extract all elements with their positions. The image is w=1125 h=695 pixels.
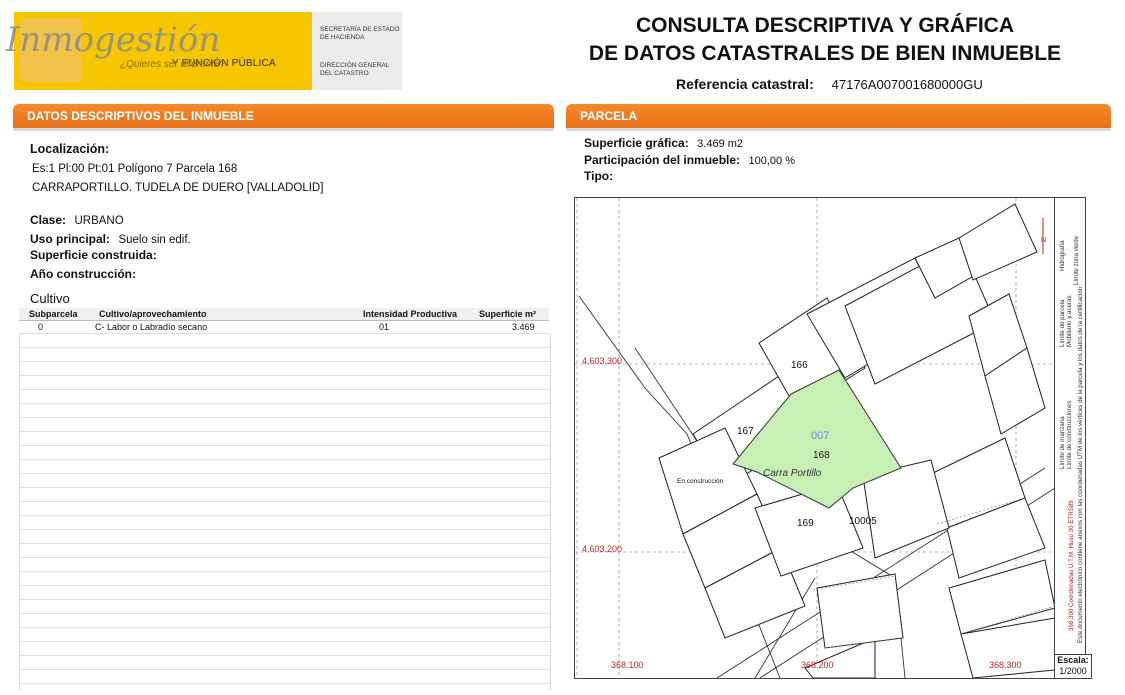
- localizacion-line-2: CARRAPORTILLO. TUDELA DE DUERO [VALLADOL…: [32, 182, 324, 194]
- superficie-grafica-value: 3.469 m2: [697, 138, 744, 150]
- legend-certification-note: Este documento electrónico contiene anex…: [1077, 284, 1084, 643]
- watermark-brand: Inmogestión: [6, 20, 221, 60]
- header-superficie: Superficie m²: [479, 309, 537, 319]
- referencia-value: 47176A007001680000GU: [831, 77, 983, 92]
- polygon-number: 007: [811, 430, 830, 442]
- escala-label: Escala:: [1057, 655, 1089, 665]
- legend-hidrografia: Hidrografía: [1059, 240, 1066, 271]
- legend-manzana: Límite de manzana: [1059, 416, 1066, 469]
- parcel-label-169: 169: [797, 518, 814, 529]
- legend-mobiliario: Mobiliario y aceras: [1066, 295, 1073, 347]
- parcel-label-168: 168: [813, 450, 830, 461]
- escala-value: 1/2000: [1059, 666, 1087, 676]
- page-title: CONSULTA DESCRIPTIVA Y GRÁFICA DE DATOS …: [580, 12, 1070, 68]
- clase-label: Clase:: [30, 213, 67, 227]
- coord-x-label: 368.300: [989, 660, 1022, 670]
- title-line-1: CONSULTA DESCRIPTIVA Y GRÁFICA: [635, 14, 1015, 37]
- uso-row: Uso principal: Suelo sin edif.: [30, 230, 191, 248]
- secretaria-text: SECRETARÍA DE ESTADO DE HACIENDA: [320, 26, 400, 41]
- legend-zona-verde: Límite zona verde: [1073, 235, 1080, 285]
- cell-superficie: 3.469: [512, 322, 535, 332]
- header-cultivo: Cultivo/aprovechamiento: [99, 309, 207, 319]
- uso-label: Uso principal:: [30, 232, 111, 246]
- watermark-logo: Inmogestión ¿Quieres ser diferente?: [6, 20, 226, 78]
- cadastral-map: N 4.603.300 4.603.200 368.100 368.200 36…: [574, 197, 1086, 679]
- participacion-row: Participación del inmueble: 100,00 %: [584, 151, 795, 169]
- cell-cultivo: C- Labor o Labradío secano: [95, 322, 208, 332]
- superficie-grafica-row: Superficie gráfica: 3.469 m2: [584, 134, 743, 152]
- parcel-label-10005: 10005: [849, 516, 877, 527]
- participacion-label: Participación del inmueble:: [584, 153, 741, 167]
- tipo-label: Tipo:: [584, 169, 614, 183]
- bar-divider: [566, 128, 1111, 131]
- header-subparcela: Subparcela: [29, 309, 78, 319]
- cultivo-title: Cultivo: [30, 291, 70, 306]
- map-legend: 368,300 Coordenadas U.T.M. Huso 30 ETRS8…: [1054, 197, 1086, 679]
- superficie-grafica-label: Superficie gráfica:: [584, 136, 689, 150]
- localizacion-line-1: Es:1 Pl:00 Pt:01 Polígono 7 Parcela 168: [32, 163, 238, 175]
- coord-x-label: 368.200: [801, 660, 834, 670]
- coord-y-label: 4.603.200: [582, 544, 623, 554]
- superficie-construida-label: Superficie construida:: [30, 248, 157, 262]
- parcel-label-167: 167: [737, 426, 754, 437]
- uso-value: Suelo sin edif.: [118, 234, 191, 246]
- legend-parcela: Límite de parcela: [1059, 299, 1066, 347]
- clase-value: URBANO: [74, 215, 124, 227]
- legend-coordinates-note: 368,300 Coordenadas U.T.M. Huso 30 ETRS8…: [1068, 500, 1075, 631]
- participacion-value: 100,00 %: [748, 155, 795, 167]
- coord-x-label: 368.100: [611, 660, 644, 670]
- legend-construcciones: Límite de construcciones: [1066, 400, 1073, 469]
- referencia-label: Referencia catastral:: [676, 76, 814, 92]
- svg-text:N: N: [1041, 237, 1046, 244]
- table-row: 0 C- Labor o Labradío secano 01 3.469: [19, 321, 549, 334]
- datos-descriptivos-bar: DATOS DESCRIPTIVOS DEL INMUEBLE: [13, 104, 554, 128]
- direccion-text: DIRECCIÓN GENERAL DEL CATASTRO: [320, 62, 390, 77]
- header-intensidad: Intensidad Productiva: [363, 309, 458, 319]
- table-body-lines: [19, 334, 551, 690]
- cell-intensidad: 01: [379, 322, 390, 332]
- parcel-label-166: 166: [791, 360, 808, 371]
- referencia-catastral: Referencia catastral: 47176A007001680000…: [676, 76, 983, 92]
- north-arrow-icon: N: [1041, 218, 1046, 254]
- table-header: Subparcela Cultivo/aprovechamiento Inten…: [19, 308, 549, 321]
- catastro-logo-box: SECRETARÍA DE ESTADO DE HACIENDA DIRECCI…: [312, 12, 402, 90]
- title-line-2: DE DATOS CATASTRALES DE BIEN INMUEBLE: [588, 42, 1062, 65]
- clase-row: Clase: URBANO: [30, 211, 124, 229]
- scale-box: Escala: 1/2000: [1054, 654, 1092, 679]
- cell-subparcela: 0: [38, 322, 44, 332]
- anio-construccion-label: Año construcción:: [30, 267, 137, 281]
- watermark-slogan: ¿Quieres ser diferente?: [120, 59, 226, 70]
- bar-divider: [13, 128, 554, 131]
- street-name: Carra Portillo: [763, 468, 822, 479]
- localizacion-label: Localización:: [30, 142, 110, 156]
- coord-y-label: 4.603.300: [582, 356, 623, 366]
- parcela-bar: PARCELA: [566, 104, 1111, 128]
- construction-note: En construcción: [677, 478, 724, 485]
- cultivo-table: Subparcela Cultivo/aprovechamiento Inten…: [19, 308, 549, 334]
